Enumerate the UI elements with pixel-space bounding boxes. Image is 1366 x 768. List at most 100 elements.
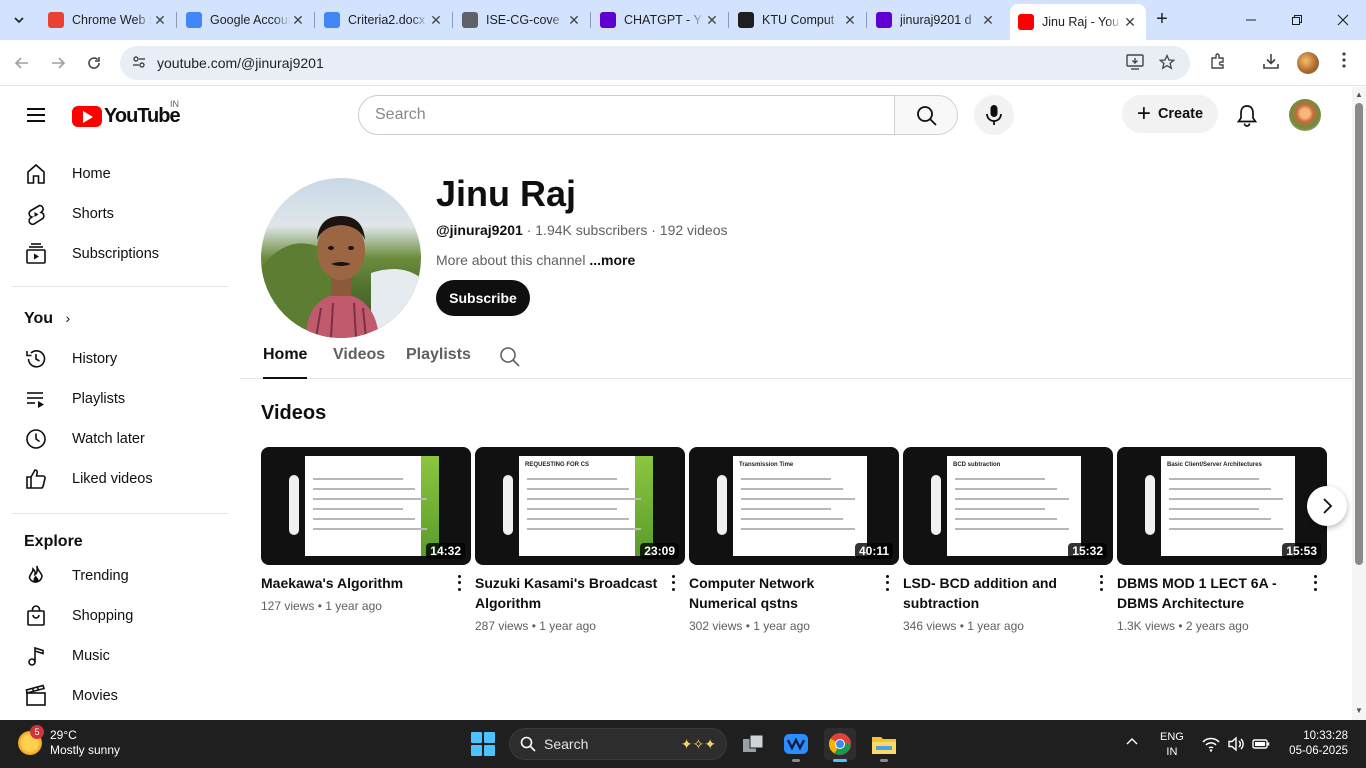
browser-tab[interactable]: Chrome Web Store✕ [40,6,176,34]
slide-text-line [313,508,403,510]
reload-button[interactable] [80,49,108,77]
video-card[interactable]: Transmission Time 40:11 Computer Network N… [689,447,899,633]
page-scrollbar[interactable]: ▲ ▼ [1352,87,1366,720]
video-card[interactable]: BCD subtraction 15:32 LSD- BCD addition an… [903,447,1113,633]
tab-playlists[interactable]: Playlists [406,346,471,379]
sidebar-item-subscriptions[interactable]: Subscriptions [12,234,228,274]
tab-close-icon[interactable]: ✕ [566,12,582,29]
close-window-button[interactable] [1320,0,1366,40]
address-bar[interactable]: youtube.com/@jinuraj9201 [120,46,1190,80]
voice-search-button[interactable] [974,95,1014,135]
sidebar-item-trending[interactable]: Trending [12,556,228,596]
sidebar-item-history[interactable]: History [12,339,228,379]
url-text[interactable]: youtube.com/@jinuraj9201 [157,55,324,71]
sidebar-item-shorts[interactable]: Shorts [12,194,228,234]
wifi-icon[interactable] [1202,736,1220,752]
video-thumbnail[interactable]: Basic Client/Server Architectures 15:53 [1117,447,1327,565]
new-tab-button[interactable]: + [1150,8,1174,32]
browser-tab[interactable]: KTU Comput ✕ [730,6,866,34]
shelf-next-button[interactable] [1307,486,1347,526]
channel-search-icon[interactable] [499,346,521,368]
browser-tab[interactable]: CHATGPT - Y ✕ [592,6,728,34]
browser-menu-icon[interactable] [1333,52,1355,74]
sidebar-item-liked-videos[interactable]: Liked videos [12,459,228,499]
tab-home[interactable]: Home [263,346,308,379]
video-thumbnail[interactable]: BCD subtraction 15:32 [903,447,1113,565]
search-input[interactable]: Search [358,95,895,135]
site-settings-icon[interactable] [130,54,148,72]
sidebar-item-playlists[interactable]: Playlists [12,379,228,419]
more-actions-icon[interactable] [667,573,679,593]
extensions-icon[interactable] [1207,52,1229,74]
browser-tab[interactable]: Criteria2.docx ✕ [316,6,452,34]
tab-close-icon[interactable]: ✕ [704,12,720,29]
sidebar-item-shopping[interactable]: Shopping [12,596,228,636]
sidebar-item-movies[interactable]: Movies [12,676,228,716]
video-title[interactable]: Maekawa's Algorithm [261,573,447,593]
video-title[interactable]: Suzuki Kasami's Broadcast Algorithm [475,573,661,613]
more-actions-icon[interactable] [453,573,465,593]
notifications-bell-icon[interactable] [1234,103,1260,129]
chrome-taskbar-icon[interactable] [824,728,856,762]
sidebar-item-music[interactable]: Music [12,636,228,676]
search-button[interactable] [894,95,958,135]
tab-close-icon[interactable]: ✕ [152,12,168,29]
back-button[interactable] [8,49,36,77]
video-thumbnail[interactable]: REQUESTING FOR CS 23:09 [475,447,685,565]
channel-about-link[interactable]: More about this channel ...more [436,252,635,268]
video-title[interactable]: DBMS MOD 1 LECT 6A - DBMS Architecture [1117,573,1303,613]
video-card[interactable]: Basic Client/Server Architectures 15:53 DB… [1117,447,1327,633]
tab-search-icon[interactable] [6,8,32,32]
guide-menu-icon[interactable] [22,104,50,126]
channel-avatar[interactable] [261,178,421,338]
create-button[interactable]: + Create [1122,95,1218,133]
video-title[interactable]: LSD- BCD addition and subtraction [903,573,1089,613]
windows-start-icon[interactable] [471,732,495,756]
bookmark-star-icon[interactable] [1158,53,1176,72]
sidebar-item-home[interactable]: Home [12,154,228,194]
restore-button[interactable] [1274,0,1320,40]
tab-videos[interactable]: Videos [333,346,385,379]
video-thumbnail[interactable]: Transmission Time 40:11 [689,447,899,565]
video-thumbnail[interactable]: 14:32 [261,447,471,565]
input-language-indicator[interactable]: ENG IN [1160,730,1184,760]
scroll-up-arrow[interactable]: ▲ [1355,91,1363,99]
video-card[interactable]: 14:32 Maekawa's Algorithm 127 views • 1 ye… [261,447,471,613]
browser-tab[interactable]: jinuraj9201 d ✕ [868,6,1004,34]
browser-tab[interactable]: Jinu Raj - You ✕ [1010,4,1146,40]
tab-close-icon[interactable]: ✕ [1122,14,1138,31]
battery-icon[interactable] [1252,736,1270,752]
scrollbar-thumb[interactable] [1355,103,1363,565]
volume-icon[interactable] [1227,736,1245,752]
scroll-down-arrow[interactable]: ▼ [1355,707,1363,715]
zoom-workplace-icon[interactable] [780,728,812,762]
downloads-icon[interactable] [1260,52,1282,74]
browser-tab[interactable]: ISE-CG-cove ✕ [454,6,590,34]
sidebar-you-heading[interactable]: You › [24,310,70,328]
install-app-icon[interactable] [1126,54,1144,72]
file-explorer-icon[interactable] [868,728,900,762]
tab-close-icon[interactable]: ✕ [290,12,306,29]
browser-tab[interactable]: Google Account ✕ [178,6,314,34]
weather-widget[interactable]: 5 29°C Mostly sunny [18,725,120,758]
more-actions-icon[interactable] [1095,573,1107,593]
more-actions-icon[interactable] [881,573,893,593]
subscribe-button[interactable]: Subscribe [436,280,530,316]
forward-button[interactable] [44,49,72,77]
browser-profile-avatar[interactable] [1297,52,1319,74]
tab-close-icon[interactable]: ✕ [428,12,444,29]
show-hidden-icons-chevron-icon[interactable] [1126,734,1138,748]
video-title[interactable]: Computer Network Numerical qstns [689,573,875,613]
taskbar-search-box[interactable]: Search ✦✧✦ [509,728,727,760]
video-card[interactable]: REQUESTING FOR CS 23:09 Suzuki Kasami's Br… [475,447,685,633]
youtube-logo[interactable]: YouTube IN [72,99,181,128]
account-avatar[interactable] [1289,99,1321,131]
more-link[interactable]: ...more [589,252,635,268]
minimize-button[interactable] [1228,0,1274,40]
tab-close-icon[interactable]: ✕ [980,12,996,29]
sidebar-item-watch-later[interactable]: Watch later [12,419,228,459]
tab-close-icon[interactable]: ✕ [842,12,858,29]
system-clock[interactable]: 10:33:28 05-06-2025 [1284,729,1348,759]
more-actions-icon[interactable] [1309,573,1321,593]
task-view-icon[interactable] [737,728,769,760]
